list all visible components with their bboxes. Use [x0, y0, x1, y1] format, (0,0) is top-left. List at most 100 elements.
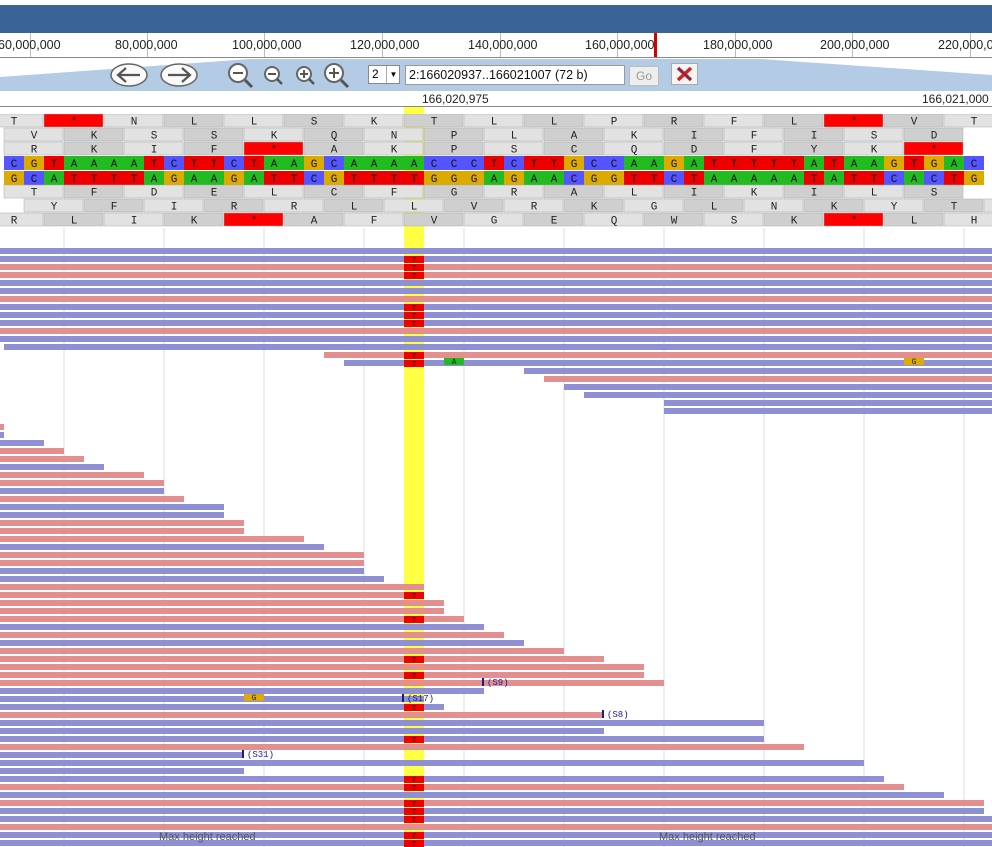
- aligned-read[interactable]: [524, 368, 992, 374]
- aligned-read[interactable]: [0, 680, 664, 686]
- aligned-read[interactable]: [0, 488, 164, 494]
- aligned-read[interactable]: [0, 744, 804, 750]
- clear-highlight-button[interactable]: [671, 63, 698, 85]
- aligned-read[interactable]: [0, 280, 992, 286]
- aligned-read[interactable]: [0, 768, 244, 774]
- aligned-read[interactable]: [0, 560, 364, 566]
- aligned-read[interactable]: [0, 472, 144, 478]
- aligned-read[interactable]: [0, 464, 104, 470]
- aligned-read[interactable]: [0, 656, 604, 662]
- base-label: A: [651, 159, 658, 171]
- aligned-read[interactable]: [0, 592, 424, 598]
- aligned-read[interactable]: [0, 256, 992, 262]
- base-label: A: [371, 159, 378, 171]
- aligned-read[interactable]: [0, 728, 604, 734]
- aligned-read[interactable]: [0, 632, 504, 638]
- pan-left-icon[interactable]: [110, 63, 148, 87]
- aligned-read[interactable]: [0, 640, 524, 646]
- aligned-read[interactable]: [0, 456, 84, 462]
- aligned-read[interactable]: [0, 720, 764, 726]
- amino-acid-label: P: [611, 117, 618, 129]
- aligned-read[interactable]: [0, 320, 992, 326]
- aligned-read[interactable]: [0, 824, 992, 830]
- location-input[interactable]: 2:166020937..166021007 (72 b): [405, 65, 625, 85]
- codon-cell: [943, 114, 992, 128]
- aligned-read[interactable]: [0, 248, 992, 254]
- aligned-read[interactable]: [0, 736, 764, 742]
- reverse-strand: GCATTTTAGAAGATTCGTTTTGGGAGAACGGTTCTAAAAA…: [4, 171, 984, 186]
- amino-acid-label: K: [791, 216, 798, 228]
- go-button[interactable]: Go: [629, 66, 659, 86]
- aligned-read[interactable]: [0, 288, 992, 294]
- aligned-read[interactable]: [0, 480, 164, 486]
- base-label: A: [71, 159, 78, 171]
- aligned-read[interactable]: [0, 264, 992, 270]
- aligned-read[interactable]: [0, 832, 992, 838]
- aligned-read[interactable]: [0, 816, 992, 822]
- aligned-read[interactable]: [0, 328, 992, 334]
- aligned-read[interactable]: [584, 392, 992, 398]
- amino-acid-label: Y: [891, 202, 898, 214]
- aligned-read[interactable]: [4, 344, 992, 350]
- base-label: C: [311, 174, 318, 186]
- aligned-read[interactable]: [0, 448, 64, 454]
- aligned-read[interactable]: [0, 432, 4, 438]
- aligned-read[interactable]: [0, 776, 884, 782]
- base-label: C: [971, 159, 978, 171]
- amino-acid-label: E: [211, 188, 218, 200]
- aligned-read[interactable]: [0, 664, 644, 670]
- aligned-read[interactable]: [0, 544, 324, 550]
- aligned-read[interactable]: [0, 520, 244, 526]
- ruler-tick-label: 160,000,000: [585, 38, 655, 52]
- aligned-read[interactable]: [0, 304, 992, 310]
- overview-ruler[interactable]: 60,000,000 80,000,000 100,000,000 120,000,0…: [0, 33, 992, 58]
- aligned-read[interactable]: [0, 712, 604, 718]
- aligned-read[interactable]: [664, 400, 992, 406]
- aligned-read[interactable]: [0, 336, 992, 342]
- pan-right-icon[interactable]: [160, 63, 198, 87]
- aligned-read[interactable]: [0, 752, 244, 758]
- aligned-read[interactable]: [324, 352, 992, 358]
- aligned-read[interactable]: [0, 536, 304, 542]
- aligned-read[interactable]: [0, 568, 364, 574]
- base-label: G: [931, 159, 938, 171]
- aligned-read[interactable]: [0, 512, 224, 518]
- amino-acid-label: V: [431, 216, 438, 228]
- aligned-read[interactable]: [0, 440, 44, 446]
- aligned-read[interactable]: [0, 616, 464, 622]
- aligned-read[interactable]: [0, 704, 444, 710]
- aligned-read[interactable]: [0, 624, 484, 630]
- aligned-read[interactable]: [0, 272, 992, 278]
- aligned-read[interactable]: [0, 608, 444, 614]
- aligned-read[interactable]: [0, 584, 424, 590]
- aligned-read[interactable]: [0, 552, 364, 558]
- amino-acid-label: S: [511, 145, 518, 157]
- base-label: A: [771, 174, 778, 186]
- aligned-read[interactable]: [0, 296, 992, 302]
- chromosome-select[interactable]: 2 ▼: [368, 65, 400, 84]
- aligned-read[interactable]: [0, 840, 992, 846]
- base-label: T: [351, 174, 358, 186]
- aligned-read[interactable]: [544, 376, 992, 382]
- aligned-read[interactable]: [0, 424, 4, 430]
- aligned-read[interactable]: [0, 784, 904, 790]
- aligned-read[interactable]: [0, 600, 444, 606]
- aligned-read[interactable]: [344, 360, 992, 366]
- aligned-read[interactable]: [0, 504, 224, 510]
- aligned-read[interactable]: [0, 696, 424, 702]
- aligned-read[interactable]: [0, 808, 984, 814]
- aligned-read[interactable]: [0, 672, 644, 678]
- aligned-read[interactable]: [0, 648, 564, 654]
- aligned-read[interactable]: [0, 760, 864, 766]
- aligned-read[interactable]: [0, 496, 184, 502]
- mismatch-base-label: T: [412, 777, 416, 785]
- aligned-read[interactable]: [0, 528, 244, 534]
- aligned-read[interactable]: [0, 576, 384, 582]
- aligned-read[interactable]: [664, 408, 992, 414]
- aligned-read[interactable]: [0, 312, 992, 318]
- aligned-read[interactable]: [0, 792, 944, 798]
- aligned-read[interactable]: [0, 800, 984, 806]
- amino-acid-label: K: [271, 131, 278, 143]
- amino-acid-label: R: [231, 202, 238, 214]
- aligned-read[interactable]: [564, 384, 992, 390]
